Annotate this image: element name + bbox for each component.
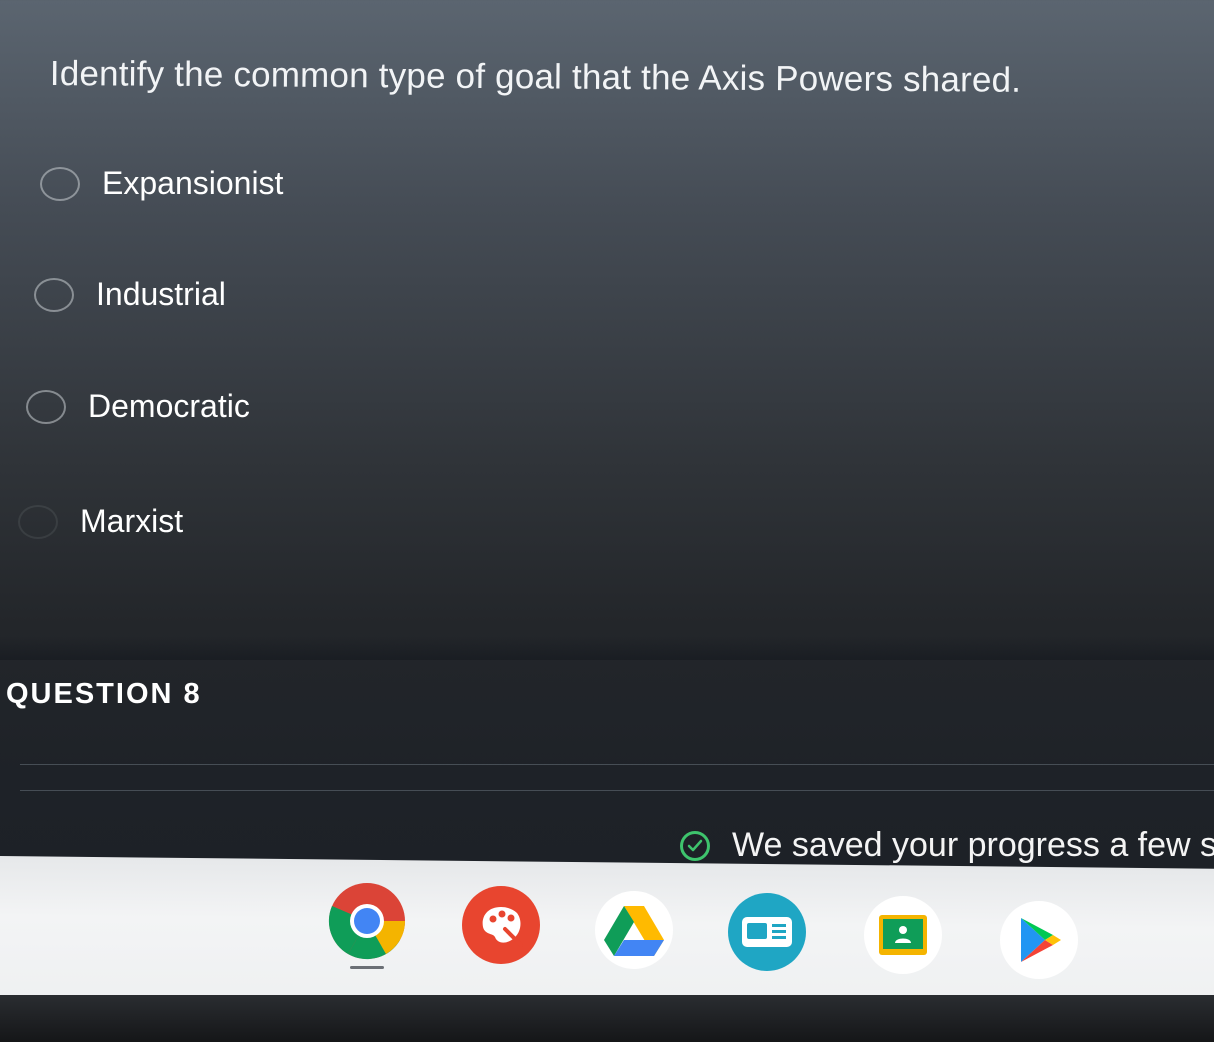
canvas-icon[interactable]: [462, 886, 540, 964]
radio-button[interactable]: [40, 166, 80, 201]
answer-option-expansionist[interactable]: Expansionist: [40, 165, 283, 202]
question-panel: Identify the common type of goal that th…: [0, 0, 1214, 640]
radio-button[interactable]: [18, 504, 58, 539]
classroom-icon[interactable]: [864, 896, 942, 974]
check-circle-icon: [680, 830, 710, 861]
section-divider: [0, 636, 1214, 660]
option-label: Marxist: [80, 503, 184, 539]
option-label: Democratic: [88, 388, 250, 424]
answer-option-democratic[interactable]: Democratic: [26, 388, 250, 425]
question-number-heading: QUESTION 8: [6, 678, 202, 710]
save-status-message: We saved your progress a few s: [680, 826, 1214, 865]
save-status-text: We saved your progress a few s: [732, 826, 1214, 864]
option-label: Industrial: [96, 276, 226, 312]
answer-option-marxist[interactable]: Marxist: [18, 503, 183, 540]
meet-icon[interactable]: [728, 893, 806, 971]
radio-button[interactable]: [26, 389, 66, 424]
radio-button[interactable]: [34, 277, 74, 312]
active-app-indicator: [350, 966, 384, 969]
divider-line: [20, 764, 1214, 765]
device-bezel: [0, 995, 1214, 1042]
divider-line: [20, 790, 1214, 791]
chrome-icon[interactable]: [328, 882, 406, 960]
option-label: Expansionist: [102, 165, 284, 201]
question-prompt: Identify the common type of goal that th…: [49, 54, 1022, 100]
play-store-icon[interactable]: [1000, 901, 1078, 979]
drive-icon[interactable]: [595, 891, 673, 969]
answer-option-industrial[interactable]: Industrial: [34, 276, 226, 313]
